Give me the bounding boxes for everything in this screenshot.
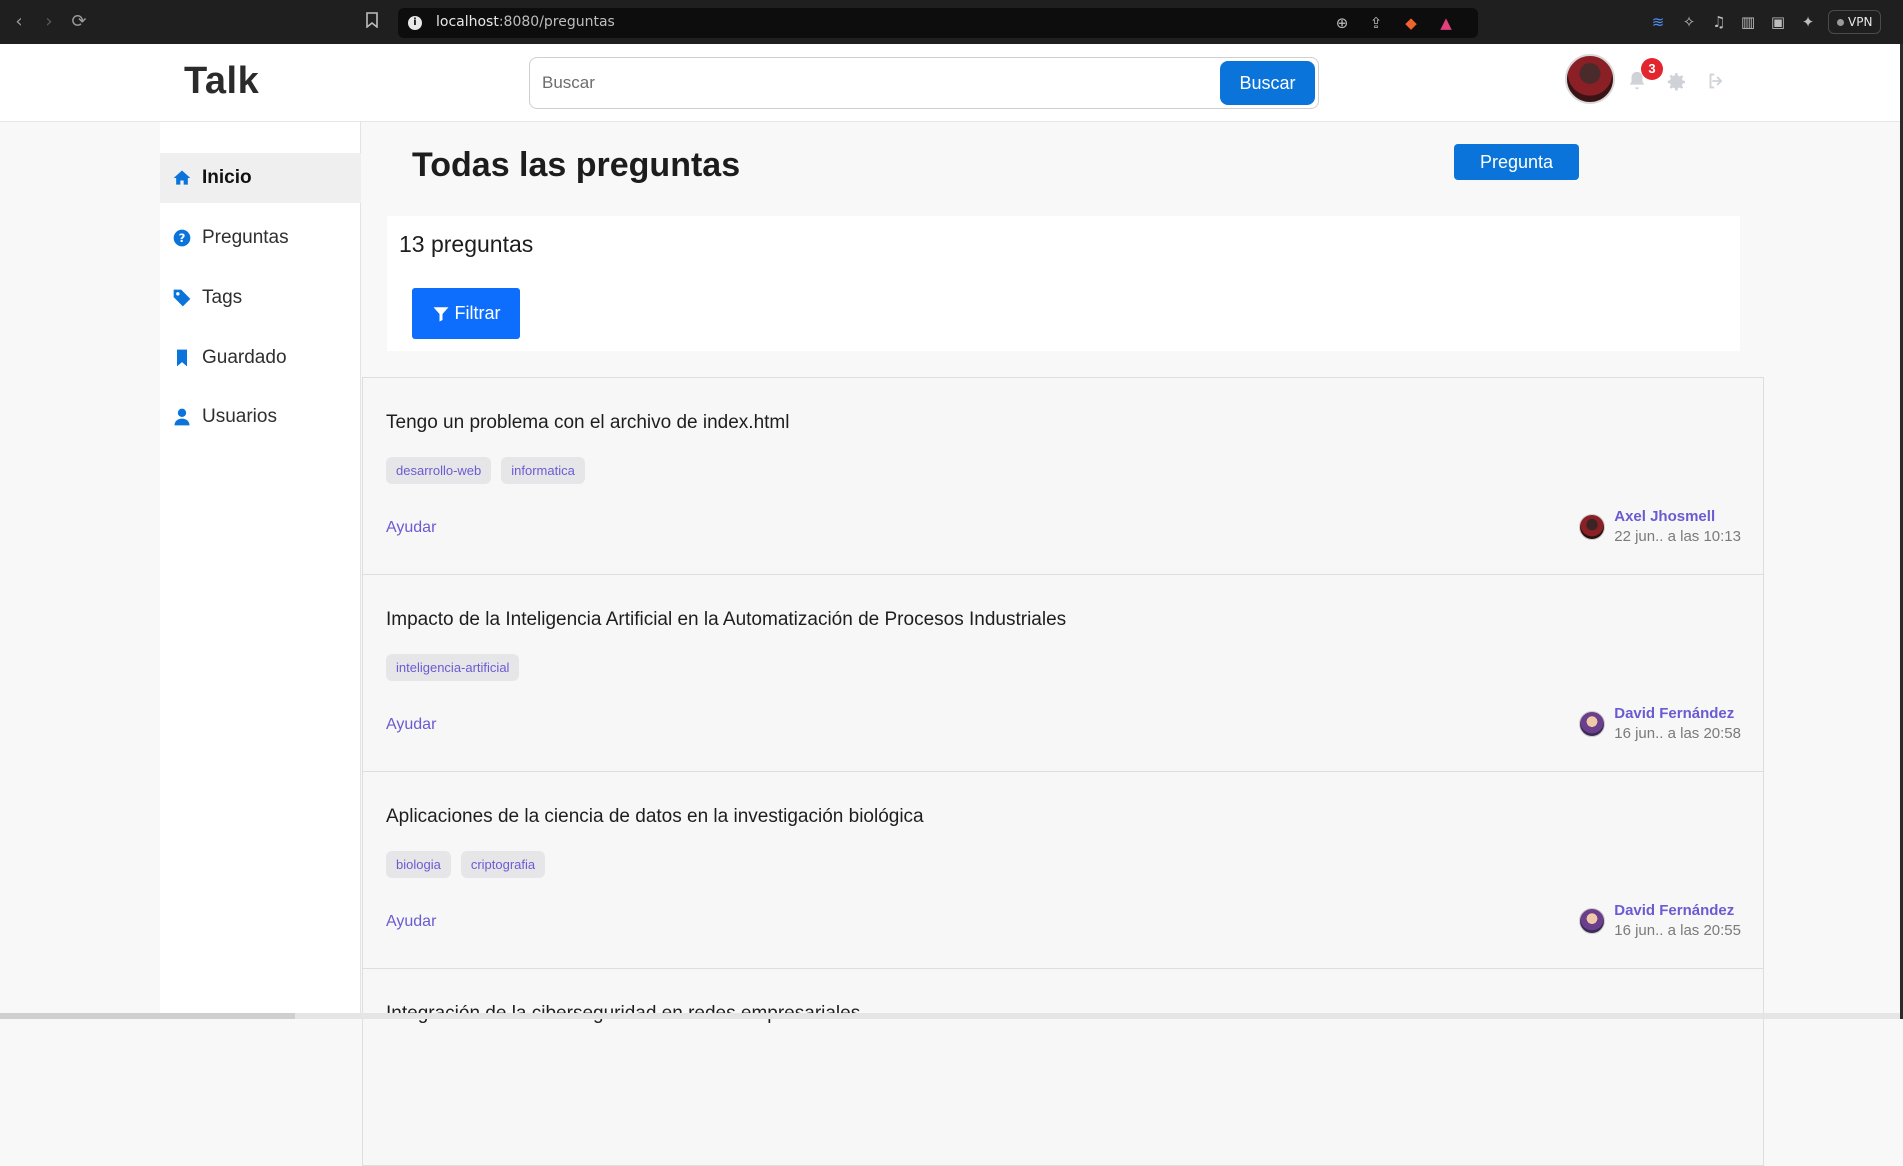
sidebar-item-usuarios[interactable]: Usuarios (160, 392, 361, 442)
question-card: Aplicaciones de la ciencia de datos en l… (362, 771, 1764, 969)
vpn-button[interactable]: VPN (1828, 10, 1882, 34)
sidebar-item-label: Guardado (202, 347, 287, 368)
sidebar-item-guardado[interactable]: Guardado (160, 333, 361, 383)
sidebar-item-inicio[interactable]: Inicio (160, 153, 361, 203)
filter-icon (433, 306, 448, 321)
tag-badge[interactable]: inteligencia-artificial (386, 654, 520, 681)
user-avatar[interactable] (1565, 54, 1615, 104)
svg-text:?: ? (179, 231, 186, 245)
question-summary-panel: 13 preguntas Filtrar (387, 216, 1740, 351)
question-date: 22 jun.. a las 10:13 (1614, 528, 1741, 545)
sidebar-item-preguntas[interactable]: ? Preguntas (160, 213, 361, 263)
scrollbar-thumb[interactable] (0, 1013, 295, 1019)
sidebar-item-label: Inicio (202, 167, 252, 188)
extensions-icon[interactable]: ✧ (1679, 12, 1699, 32)
sidebar-item-label: Usuarios (202, 406, 277, 427)
forward-icon[interactable]: › (38, 11, 60, 33)
author-name[interactable]: David Fernández (1614, 705, 1741, 722)
search-input[interactable] (542, 69, 1202, 97)
tag-badge[interactable]: criptografia (460, 851, 546, 878)
user-icon (172, 407, 192, 427)
filter-button[interactable]: Filtrar (412, 288, 520, 339)
media-icon[interactable]: ♫ (1709, 12, 1729, 32)
page-title: Todas las preguntas (412, 146, 741, 184)
zoom-icon[interactable]: ⊕ (1333, 14, 1351, 32)
sidebar-toggle-icon[interactable]: ▥ (1738, 12, 1758, 32)
bookmark-page-icon[interactable] (366, 12, 380, 30)
search-bar: Buscar (529, 57, 1319, 109)
search-button[interactable]: Buscar (1220, 61, 1315, 105)
author-avatar[interactable] (1579, 710, 1606, 737)
question-date: 16 jun.. a las 20:55 (1614, 922, 1741, 939)
tag-badge[interactable]: desarrollo-web (386, 457, 492, 484)
gear-icon[interactable] (1663, 70, 1689, 96)
sidebar-item-tags[interactable]: Tags (160, 273, 361, 323)
question-author: David Fernández 16 jun.. a las 20:58 (1579, 705, 1741, 742)
logo[interactable]: Talk (184, 60, 259, 103)
bookmark-icon (172, 348, 192, 368)
url-text: localhost:8080/preguntas (436, 14, 615, 30)
author-avatar[interactable] (1579, 907, 1606, 934)
question-title[interactable]: Aplicaciones de la ciencia de datos en l… (386, 806, 924, 828)
help-link[interactable]: Ayudar (386, 519, 436, 537)
home-icon (172, 168, 192, 188)
notification-badge: 3 (1641, 58, 1663, 80)
help-link[interactable]: Ayudar (386, 716, 436, 734)
question-tags: inteligencia-artificial (386, 654, 520, 681)
question-circle-icon: ? (172, 228, 192, 248)
question-card: Tengo un problema con el archivo de inde… (362, 377, 1764, 575)
question-title[interactable]: Tengo un problema con el archivo de inde… (386, 412, 789, 434)
question-date: 16 jun.. a las 20:58 (1614, 725, 1741, 742)
question-tags: desarrollo-web informatica (386, 457, 585, 484)
question-card: Impacto de la Inteligencia Artificial en… (362, 574, 1764, 772)
author-name[interactable]: Axel Jhosmell (1614, 508, 1741, 525)
wallet-icon[interactable]: ▣ (1768, 12, 1788, 32)
tag-icon (172, 288, 192, 308)
help-link[interactable]: Ayudar (386, 913, 436, 931)
brave-rewards-icon[interactable]: ▲ (1437, 14, 1455, 32)
back-icon[interactable]: ‹ (8, 11, 30, 33)
ask-question-button[interactable]: Pregunta (1454, 144, 1579, 180)
logout-icon[interactable] (1703, 70, 1729, 96)
author-name[interactable]: David Fernández (1614, 902, 1741, 919)
question-count: 13 preguntas (399, 231, 534, 257)
tag-badge[interactable]: informatica (501, 457, 585, 484)
reload-icon[interactable]: ⟳ (68, 11, 90, 33)
question-author: David Fernández 16 jun.. a las 20:55 (1579, 902, 1741, 939)
browser-toolbar: ‹ › ⟳ i localhost:8080/preguntas ⊕ ⇪ ◆ ▲… (0, 0, 1903, 44)
question-title[interactable]: Impacto de la Inteligencia Artificial en… (386, 609, 1066, 631)
question-author: Axel Jhosmell 22 jun.. a las 10:13 (1579, 508, 1741, 545)
vpn-status-dot (1837, 19, 1844, 26)
sidebar-item-label: Tags (202, 287, 243, 308)
question-card: Integración de la ciberseguridad en rede… (362, 968, 1764, 1166)
site-info-icon[interactable]: i (408, 16, 422, 30)
share-icon[interactable]: ⇪ (1367, 14, 1385, 32)
leo-icon[interactable]: ✦ (1798, 12, 1818, 32)
brave-shield-icon[interactable]: ◆ (1402, 14, 1420, 32)
filter-button-label: Filtrar (454, 303, 501, 323)
app-header: Talk Buscar 3 (0, 44, 1903, 122)
sidebar-item-label: Preguntas (202, 227, 289, 248)
author-avatar[interactable] (1579, 513, 1606, 540)
tag-badge[interactable]: biologia (386, 851, 451, 878)
question-tags: biologia criptografia (386, 851, 546, 878)
speedreader-icon[interactable]: ≋ (1648, 12, 1668, 32)
address-bar[interactable]: i localhost:8080/preguntas ⊕ ⇪ ◆ ▲ (398, 8, 1478, 38)
sidebar: Inicio ? Preguntas Tags Guardado Usuario… (160, 122, 361, 1019)
